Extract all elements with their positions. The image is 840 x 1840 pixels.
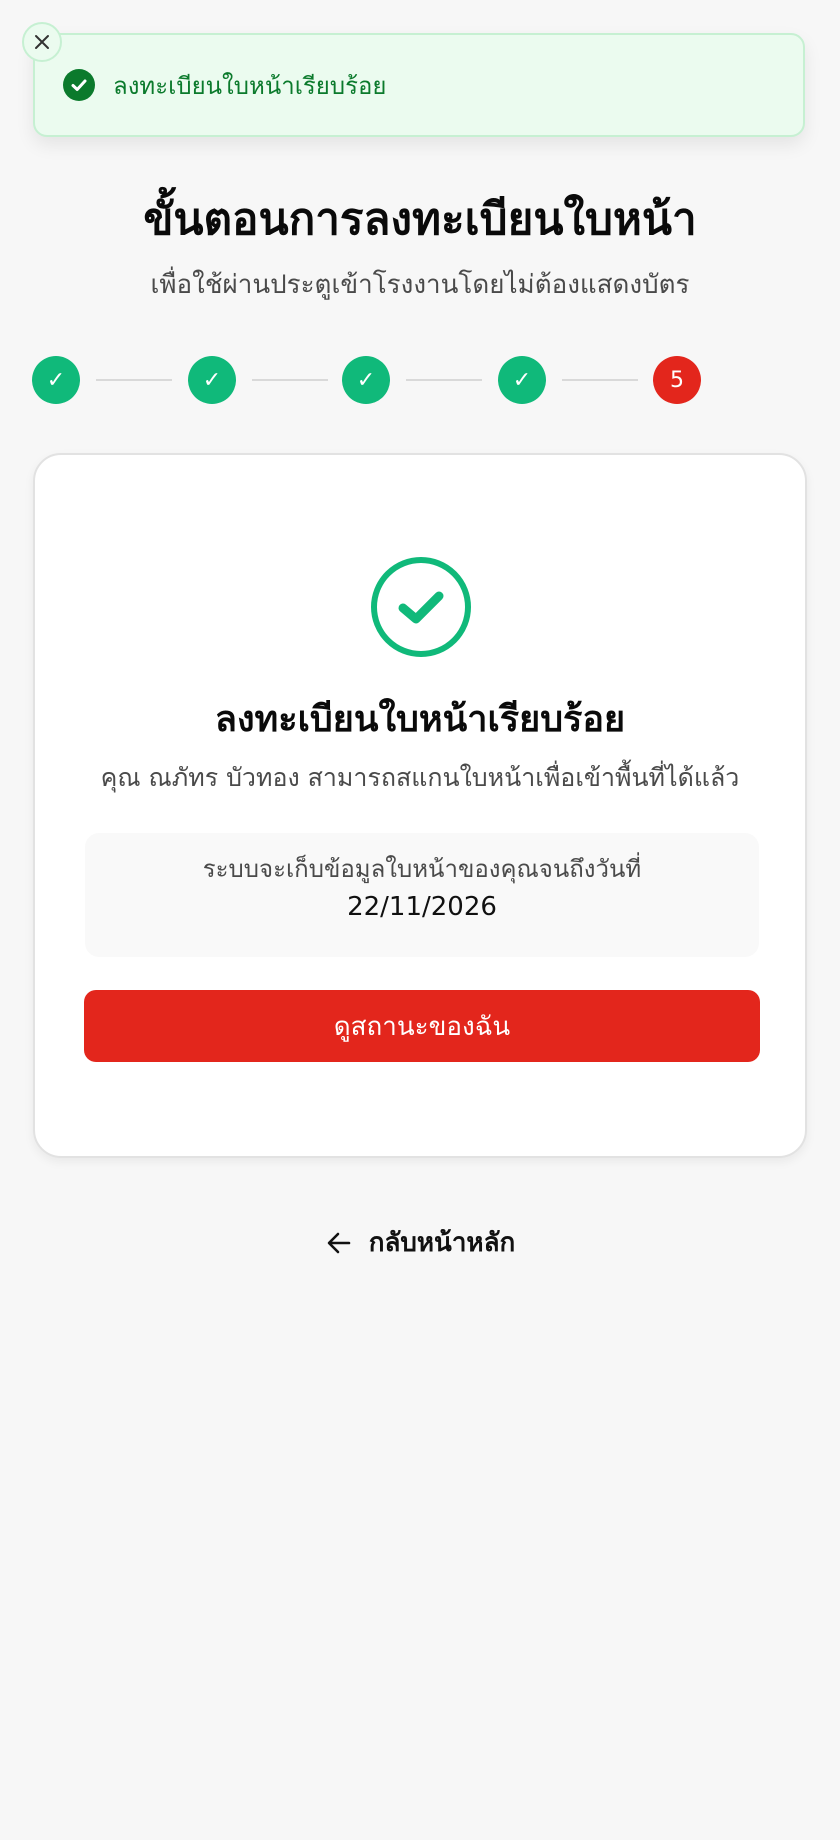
card-title: ลงทะเบียนใบหน้าเรียบร้อย	[214, 699, 626, 740]
step-5: 5	[653, 356, 701, 404]
arrow-left-icon	[327, 1232, 351, 1253]
step-3: ✓	[342, 356, 390, 404]
retention-info-box: ระบบจะเก็บข้อมูลใบหน้าของคุณจนถึงวันที่ …	[85, 833, 759, 957]
view-status-button[interactable]: ดูสถานะของฉัน	[84, 990, 760, 1062]
step-connector	[252, 379, 328, 381]
card-description: คุณ ณภัทร บัวทอง สามารถสแกนใบหน้าเพื่อเข…	[100, 763, 740, 792]
result-card: ลงทะเบียนใบหน้าเรียบร้อย คุณ ณภัทร บัวทอ…	[33, 453, 807, 1158]
close-icon[interactable]	[22, 22, 62, 62]
progress-stepper: ✓ ✓ ✓ ✓ 5	[32, 356, 712, 404]
success-toast: ลงทะเบียนใบหน้าเรียบร้อย	[22, 22, 805, 137]
check-circle-icon	[371, 557, 471, 657]
toast-message: ลงทะเบียนใบหน้าเรียบร้อย	[113, 71, 387, 100]
step-connector	[96, 379, 172, 381]
step-1: ✓	[32, 356, 80, 404]
step-connector	[562, 379, 638, 381]
back-home-link[interactable]: กลับหน้าหลัก	[0, 1222, 840, 1263]
page-subtitle: เพื่อใช้ผ่านประตูเข้าโรงงานโดยไม่ต้องแสด…	[150, 270, 690, 300]
retention-date: 22/11/2026	[347, 892, 497, 922]
check-circle-icon	[63, 69, 95, 101]
retention-text: ระบบจะเก็บข้อมูลใบหน้าของคุณจนถึงวันที่	[202, 855, 642, 883]
step-4: ✓	[498, 356, 546, 404]
back-home-label: กลับหน้าหลัก	[368, 1228, 516, 1258]
step-2: ✓	[188, 356, 236, 404]
page-title: ขั้นตอนการลงทะเบียนใบหน้า	[143, 194, 697, 245]
step-connector	[406, 379, 482, 381]
